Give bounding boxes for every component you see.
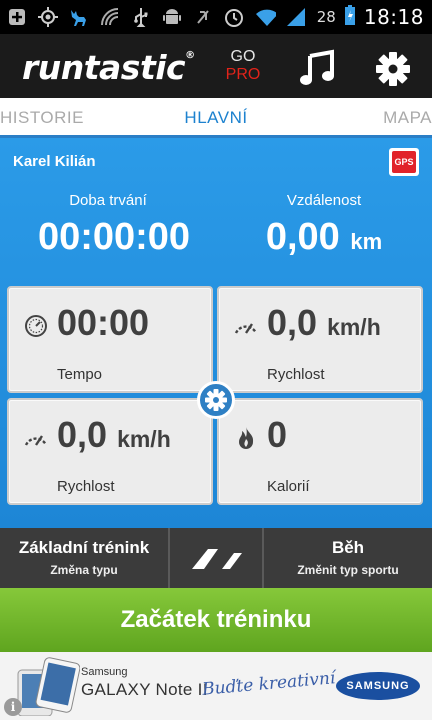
- deer-icon: [68, 6, 90, 28]
- session-panel: Karel Kilián GPS Doba trvání Vzdálenost …: [0, 138, 432, 528]
- pace-value: 00:00: [57, 302, 150, 343]
- speedometer-icon: [24, 435, 48, 446]
- duration-value: 00:00:00: [37, 216, 191, 258]
- calories-label: Kalorií: [267, 478, 310, 495]
- speed-label: Rychlost: [267, 366, 325, 383]
- stats-grid: 00:00 Tempo 0,0 km/h Rychlost 0,0 km/h R…: [7, 286, 425, 508]
- stat-tile-pace[interactable]: 00:00 Tempo: [7, 286, 213, 393]
- ad-info-icon[interactable]: i: [4, 698, 22, 716]
- stat-tile-calories[interactable]: 0 Kalorií: [217, 398, 423, 505]
- samsung-logo: SAMSUNG: [336, 672, 420, 700]
- speed-2-unit: km/h: [117, 426, 171, 452]
- sport-type-button[interactable]: Běh Změnit typ sportu: [264, 528, 432, 588]
- training-type-subtitle: Změna typu: [50, 563, 118, 577]
- go-pro-button[interactable]: GO PRO: [222, 48, 264, 84]
- wireless-icon: [99, 6, 121, 28]
- user-name[interactable]: Karel Kilián: [13, 153, 96, 170]
- stat-tile-speed[interactable]: 0,0 km/h Rychlost: [217, 286, 423, 393]
- settings-button[interactable]: [374, 50, 414, 88]
- music-button[interactable]: [298, 48, 338, 88]
- calories-value: 0: [267, 414, 288, 455]
- running-shoe-icon: [192, 549, 242, 569]
- sport-type-subtitle: Změnit typ sportu: [297, 563, 399, 577]
- pace-label: Tempo: [57, 366, 103, 383]
- android-icon: [161, 6, 183, 28]
- gps-target-icon: [37, 6, 59, 28]
- speed-value: 0,0: [267, 302, 318, 343]
- flame-icon: [239, 427, 254, 449]
- battery-charging-icon: [344, 4, 356, 31]
- distance-label: Vzdálenost: [286, 192, 362, 209]
- tab-main[interactable]: HLAVNÍ: [0, 108, 432, 128]
- go-label: GO: [230, 48, 256, 65]
- mute-icon: [192, 6, 214, 28]
- music-note-icon: [300, 49, 334, 85]
- speedometer-icon: [234, 323, 258, 334]
- tab-bar: HISTORIE HLAVNÍ MAPA: [0, 98, 432, 138]
- pro-label: PRO: [225, 66, 261, 83]
- usb-icon: [130, 6, 152, 28]
- ad-banner[interactable]: Samsung GALAXY Note II Buďte kreativní S…: [0, 652, 432, 720]
- speed-unit: km/h: [327, 314, 381, 340]
- stopwatch-icon: [25, 315, 47, 337]
- ad-product-name: GALAXY Note II: [81, 680, 208, 699]
- tab-map[interactable]: MAPA: [383, 108, 432, 128]
- add-icon: [6, 6, 28, 28]
- ad-slogan: Buďte kreativní: [201, 668, 337, 700]
- distance-value-group: 0,00 km: [228, 216, 420, 259]
- start-workout-button[interactable]: Začátek tréninku: [0, 588, 432, 652]
- distance-unit: km: [350, 229, 383, 254]
- runtastic-logo: runtastic®: [22, 48, 195, 87]
- training-type-title: Základní trénink: [18, 538, 150, 557]
- sport-type-title: Běh: [331, 538, 365, 557]
- signal-icon: [285, 6, 307, 28]
- stat-tile-speed-2[interactable]: 0,0 km/h Rychlost: [7, 398, 213, 505]
- distance-value: 0,00: [265, 216, 340, 258]
- app-header: runtastic® GO PRO: [0, 34, 432, 98]
- gps-label: GPS: [392, 151, 416, 173]
- calories-value-group: 0: [267, 414, 287, 456]
- pace-value-group: 00:00: [57, 302, 149, 344]
- speed-value-group: 0,0 km/h: [267, 302, 381, 344]
- battery-percent: 28: [316, 8, 336, 26]
- sport-shoe-button[interactable]: [170, 528, 262, 588]
- status-icons: [6, 5, 307, 29]
- phone-image-icon: [17, 657, 80, 716]
- workout-selector: Základní trénink Změna typu Běh Změnit t…: [0, 528, 432, 588]
- alarm-icon: [223, 6, 245, 28]
- ad-brand-small: Samsung: [81, 666, 128, 678]
- customize-stats-button[interactable]: [197, 381, 235, 419]
- gps-status-badge[interactable]: GPS: [389, 148, 419, 176]
- wifi-icon: [254, 6, 276, 28]
- gear-icon: [205, 389, 227, 411]
- training-type-button[interactable]: Základní trénink Změna typu: [0, 528, 168, 588]
- speed-2-value-group: 0,0 km/h: [57, 414, 171, 456]
- status-bar: 28 18:18: [0, 0, 432, 34]
- duration-label: Doba trvání: [69, 192, 147, 209]
- gear-icon: [376, 52, 410, 86]
- speed-2-value: 0,0: [57, 414, 108, 455]
- speed-2-label: Rychlost: [57, 478, 115, 495]
- clock: 18:18: [363, 5, 424, 29]
